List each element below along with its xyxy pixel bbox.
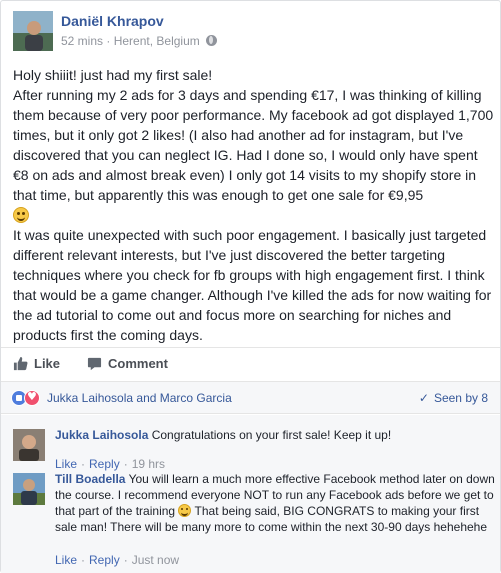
post-actions: Like Comment	[1, 347, 500, 379]
comment-button[interactable]: Comment	[87, 356, 501, 371]
comment-footer: Like · Reply · 19 hrs	[55, 457, 166, 471]
post-location[interactable]: Herent, Belgium	[114, 34, 200, 48]
author-name[interactable]: Daniël Khrapov	[61, 13, 164, 29]
smiley-emoji-icon	[13, 207, 29, 223]
comment-time[interactable]: Just now	[132, 553, 179, 567]
meta-separator: ·	[106, 34, 111, 48]
comment-item: Jukka Laihosola Congratulations on your …	[13, 427, 495, 471]
comment-like-link[interactable]: Like	[55, 553, 77, 567]
comment-item: Till Boadella You will learn a much more…	[13, 471, 495, 571]
author-avatar[interactable]	[13, 11, 53, 51]
reacted-names-link[interactable]: Jukka Laihosola and Marco Garcia	[47, 391, 232, 405]
globe-icon	[206, 35, 218, 46]
like-button[interactable]: Like	[13, 356, 60, 371]
comments-section: Jukka Laihosola Congratulations on your …	[1, 415, 500, 573]
commenter-name[interactable]: Jukka Laihosola	[55, 428, 148, 442]
comment-label: Comment	[108, 356, 168, 371]
post-paragraph-1: After running my 2 ads for 3 days and sp…	[13, 85, 495, 225]
post-meta: 52 mins · Herent, Belgium	[61, 34, 218, 48]
comment-text: Jukka Laihosola Congratulations on your …	[55, 427, 495, 443]
post-card: Daniël Khrapov 52 mins · Herent, Belgium…	[0, 0, 501, 573]
comment-reply-link[interactable]: Reply	[89, 457, 120, 471]
commenter-name[interactable]: Till Boadella	[55, 472, 125, 486]
thumbs-up-icon	[13, 356, 28, 371]
seen-by[interactable]: ✓ Seen by 8	[419, 391, 488, 405]
commenter-avatar[interactable]	[13, 473, 45, 505]
comment-icon	[87, 357, 102, 371]
comment-body: Congratulations on your first sale! Keep…	[151, 428, 392, 442]
like-label: Like	[34, 356, 61, 371]
post-text-line: Holy shiiit! just had my first sale!	[13, 67, 213, 83]
post-paragraph-2: It was quite unexpected with such poor e…	[13, 227, 492, 343]
love-reaction-icon	[24, 390, 40, 406]
smiley-emoji-icon	[178, 504, 192, 517]
commenter-avatar[interactable]	[13, 429, 45, 461]
comment-footer: Like · Reply · Just now	[55, 553, 180, 567]
reactions-bar: Jukka Laihosola and Marco Garcia ✓ Seen b…	[1, 381, 500, 414]
comment-like-link[interactable]: Like	[55, 457, 77, 471]
comment-text: Till Boadella You will learn a much more…	[55, 471, 495, 535]
check-icon: ✓	[418, 391, 429, 405]
comment-reply-link[interactable]: Reply	[89, 553, 120, 567]
post-body: Holy shiiit! just had my first sale! Aft…	[13, 65, 495, 345]
reaction-icons[interactable]	[11, 390, 41, 406]
seen-by-label: Seen by 8	[433, 391, 488, 405]
comment-time[interactable]: 19 hrs	[132, 457, 165, 471]
post-time[interactable]: 52 mins	[61, 34, 103, 48]
post-text: After running my 2 ads for 3 days and sp…	[13, 87, 494, 203]
